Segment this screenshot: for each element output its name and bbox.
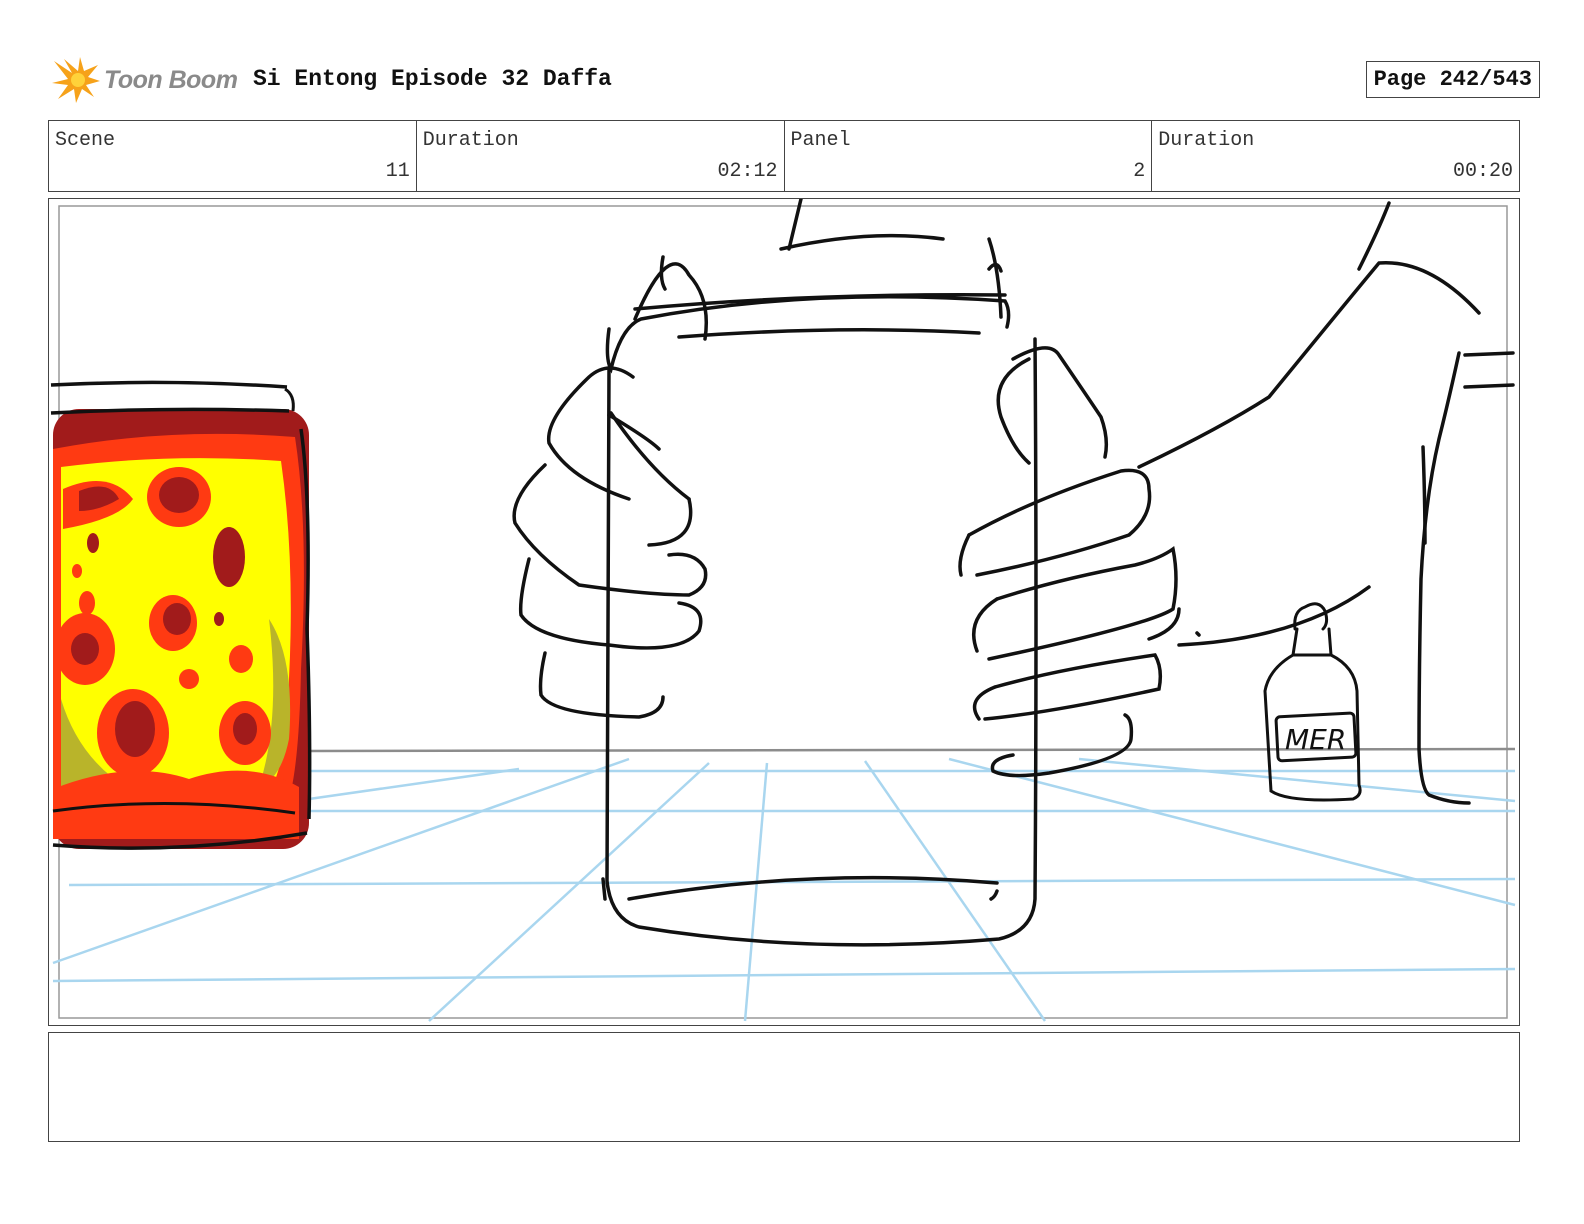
- logo-text: Toon Boom: [104, 65, 238, 94]
- panel-drawing: MER: [50, 199, 1516, 1022]
- starburst-logo-icon: [52, 57, 100, 103]
- scene-duration-value: 02:12: [717, 160, 778, 183]
- page-indicator: Page 242/543: [1365, 61, 1540, 98]
- scene-value: 11: [385, 160, 410, 183]
- project-title: Si Entong Episode 32 Daffa: [253, 66, 612, 92]
- glass-jar-drawing: [601, 293, 1038, 947]
- panel-info-table: Scene 11 Duration 02:12 Panel 2 Duration…: [48, 120, 1520, 192]
- panel-duration-value: 00:20: [1452, 160, 1513, 183]
- hands-drawing: [512, 199, 1481, 778]
- panel-duration-cell: Duration 00:20: [1152, 121, 1519, 191]
- panel-duration-label: Duration: [1158, 129, 1255, 152]
- panel-label: Panel: [790, 129, 851, 152]
- panel-value: 2: [1133, 160, 1146, 183]
- scene-label: Scene: [55, 129, 116, 152]
- sauce-jar-drawing: [50, 380, 312, 850]
- storyboard-header: Toon Boom Si Entong Episode 32 Daffa Pag…: [50, 55, 1540, 105]
- panel-notes-box: [48, 1032, 1520, 1142]
- scene-duration-label: Duration: [422, 129, 519, 152]
- storyboard-panel: MER: [48, 198, 1520, 1026]
- scene-cell: Scene 11: [49, 121, 417, 191]
- toon-boom-logo: Toon Boom: [50, 55, 240, 105]
- bottle-label: MER: [1285, 723, 1346, 756]
- scene-duration-cell: Duration 02:12: [417, 121, 785, 191]
- panel-cell: Panel 2: [785, 121, 1153, 191]
- right-object-drawing: [1417, 351, 1515, 805]
